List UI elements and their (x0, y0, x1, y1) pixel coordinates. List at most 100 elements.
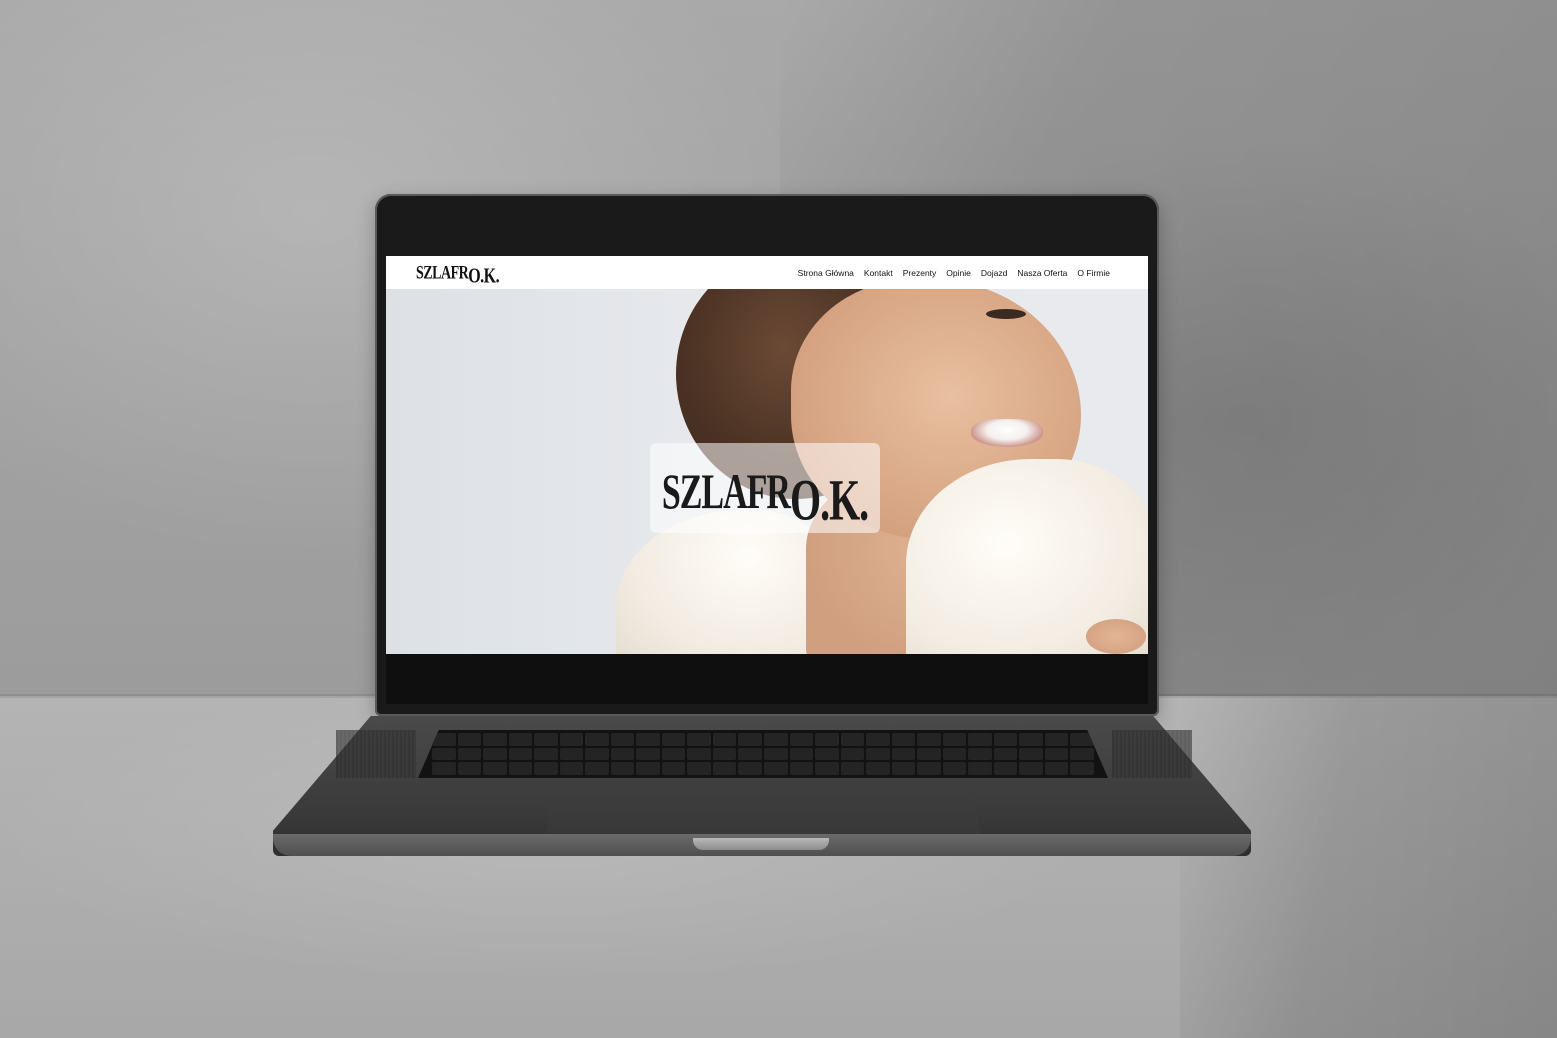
keyboard-key (840, 733, 865, 746)
keyboard-key (661, 747, 686, 761)
nav-item-o-firmie[interactable]: O Firmie (1077, 268, 1110, 278)
laptop-screen: SZLAFRO.K. Strona Główna Kontakt Prezent… (386, 256, 1148, 654)
keyboard-key (559, 762, 584, 775)
keyboard-key (610, 733, 635, 746)
keyboard-key (432, 747, 456, 761)
nav-item-strona-glowna[interactable]: Strona Główna (798, 268, 854, 278)
hero-banner: SZLAFRO.K. (386, 289, 1148, 654)
keyboard-key (738, 762, 762, 775)
keyboard-key (993, 733, 1018, 746)
keyboard-key (968, 762, 992, 775)
keyboard-key (866, 762, 890, 775)
keyboard-key (636, 762, 660, 775)
keyboard-key (1070, 747, 1094, 761)
keyboard-key (712, 733, 737, 746)
keyboard-key (764, 762, 788, 775)
keyboard-key (840, 747, 865, 761)
keyboard-key (789, 747, 814, 761)
keyboard-key (1019, 762, 1043, 775)
nav-item-kontakt[interactable]: Kontakt (864, 268, 893, 278)
keyboard-key (866, 747, 890, 761)
hero-model-smile (971, 419, 1043, 447)
keyboard-key (712, 747, 737, 761)
keyboard-key (891, 733, 916, 746)
keyboard-key (1044, 762, 1069, 775)
keyboard-key (942, 733, 967, 746)
keyboard-key (993, 747, 1018, 761)
keyboard-key (891, 747, 916, 761)
hero-logo-main: SZLAFR (661, 465, 791, 520)
hero-logo-suffix: O.K. (789, 466, 869, 533)
keyboard-key (712, 762, 737, 775)
keyboard-key (610, 747, 635, 761)
site-logo[interactable]: SZLAFRO.K. (416, 260, 500, 288)
keyboard-key (457, 762, 482, 775)
keyboard-key (764, 747, 788, 761)
site-logo-suffix: O.K. (468, 264, 500, 288)
keyboard-key (917, 762, 941, 775)
keyboard-key (1019, 733, 1043, 746)
keyboard-key (534, 747, 558, 761)
keyboard-key (815, 762, 839, 775)
keyboard-key (942, 762, 967, 775)
keyboard-key (968, 747, 992, 761)
keyboard-key (483, 733, 507, 746)
keyboard-key (993, 762, 1018, 775)
keyboard-key (1070, 762, 1094, 775)
keyboard-key (687, 733, 711, 746)
keyboard-key (1044, 747, 1069, 761)
speaker-grille-left (336, 730, 416, 778)
hero-logo-badge: SZLAFRO.K. (650, 443, 880, 533)
keyboard-key (789, 733, 814, 746)
hero-model-hand (1086, 619, 1146, 654)
site-header: SZLAFRO.K. Strona Główna Kontakt Prezent… (386, 256, 1148, 289)
keyboard-key (585, 762, 609, 775)
keyboard-key (738, 733, 762, 746)
keyboard-key (432, 762, 456, 775)
laptop-bottom-bezel (386, 654, 1148, 704)
keyboard-key (559, 747, 584, 761)
hero-logo: SZLAFRO.K. (661, 454, 869, 533)
main-nav: Strona Główna Kontakt Prezenty Opinie Do… (798, 268, 1110, 278)
keyboard-key (917, 747, 941, 761)
nav-item-prezenty[interactable]: Prezenty (903, 268, 937, 278)
keyboard-key (457, 733, 482, 746)
keyboard-key (610, 762, 635, 775)
keyboard-key (661, 733, 686, 746)
keyboard-key (636, 747, 660, 761)
speaker-grille-right (1112, 730, 1192, 778)
keyboard-key (457, 747, 482, 761)
keyboard-key (1044, 733, 1069, 746)
keyboard-key (917, 733, 941, 746)
keyboard-key (815, 747, 839, 761)
keyboard-key (764, 733, 788, 746)
keyboard-key (585, 733, 609, 746)
keyboard-key (508, 733, 533, 746)
keyboard-key (1019, 747, 1043, 761)
keyboard-key (483, 762, 507, 775)
keyboard-key (661, 762, 686, 775)
keyboard-key (508, 747, 533, 761)
nav-item-nasza-oferta[interactable]: Nasza Oferta (1017, 268, 1067, 278)
keyboard-key (585, 747, 609, 761)
keyboard-key (687, 747, 711, 761)
keyboard-key (891, 762, 916, 775)
keyboard-key (559, 733, 584, 746)
keyboard-key (534, 762, 558, 775)
keyboard-key (840, 762, 865, 775)
keyboard-key (508, 762, 533, 775)
keyboard-key (968, 733, 992, 746)
keyboard-key (942, 747, 967, 761)
nav-item-dojazd[interactable]: Dojazd (981, 268, 1007, 278)
laptop-keyboard (418, 730, 1108, 778)
keyboard-key (789, 762, 814, 775)
keyboard-key (687, 762, 711, 775)
hero-model-eye (986, 309, 1026, 319)
site-logo-main: SZLAFR (416, 263, 469, 284)
keyboard-key (636, 733, 660, 746)
nav-item-opinie[interactable]: Opinie (946, 268, 971, 278)
keyboard-key (815, 733, 839, 746)
laptop-lid-notch (693, 838, 829, 850)
keyboard-key (483, 747, 507, 761)
keyboard-key (534, 733, 558, 746)
